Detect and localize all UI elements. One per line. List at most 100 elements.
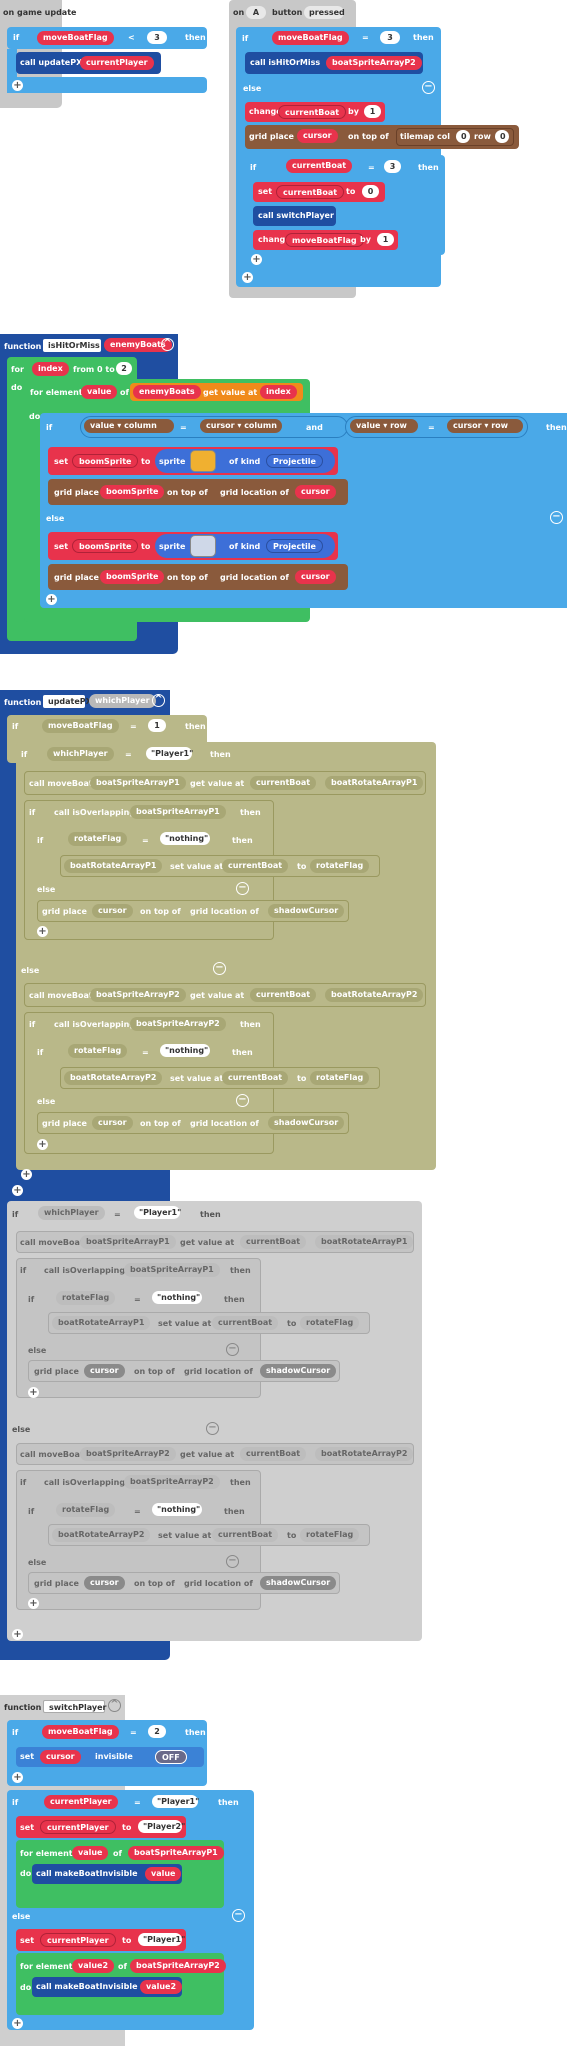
var-currentBoat[interactable]: currentBoat bbox=[250, 776, 317, 790]
var-cursor[interactable]: cursor bbox=[84, 1576, 125, 1590]
var-currentBoat[interactable]: currentBoat bbox=[222, 1071, 289, 1085]
var-currentBoat[interactable]: currentBoat bbox=[240, 1447, 307, 1461]
var-rotateFlag[interactable]: rotateFlag bbox=[300, 1316, 360, 1330]
var-value[interactable]: value bbox=[90, 421, 114, 430]
compare-op[interactable]: = bbox=[142, 836, 149, 846]
var-cursor[interactable]: cursor bbox=[206, 421, 235, 430]
add-else-icon[interactable]: + bbox=[37, 926, 48, 937]
var-rotateFlag[interactable]: rotateFlag bbox=[56, 1503, 116, 1517]
explosion-sprite-icon[interactable] bbox=[190, 450, 216, 472]
var-boatRotateArrayP1[interactable]: boatRotateArrayP1 bbox=[325, 776, 424, 790]
var-boatSpriteArrayP1[interactable]: boatSpriteArrayP1 bbox=[90, 776, 186, 790]
add-else-icon[interactable]: + bbox=[21, 1169, 32, 1180]
collapse-icon[interactable]: ^ bbox=[108, 1699, 121, 1712]
var-currentBoat[interactable]: currentBoat bbox=[222, 859, 289, 873]
var-currentBoat[interactable]: currentBoat bbox=[276, 185, 345, 199]
add-else-icon[interactable]: + bbox=[12, 2018, 23, 2029]
number-1[interactable]: 1 bbox=[377, 233, 394, 246]
var-value[interactable]: value bbox=[81, 385, 118, 399]
remove-else-icon[interactable]: − bbox=[422, 81, 435, 94]
add-else-icon[interactable]: + bbox=[28, 1598, 39, 1609]
cursor-column[interactable]: cursor ▾ column bbox=[200, 419, 282, 433]
number-1[interactable]: 1 bbox=[364, 105, 381, 118]
var-value[interactable]: value bbox=[356, 421, 380, 430]
string-nothing[interactable]: "nothing" bbox=[160, 1044, 210, 1057]
var-whichPlayer[interactable]: whichPlayer bbox=[47, 747, 114, 761]
add-else-icon[interactable]: + bbox=[12, 80, 23, 91]
compare-op[interactable]: = bbox=[134, 1507, 141, 1517]
kind-projectile[interactable]: Projectile bbox=[266, 539, 323, 553]
compare-op[interactable]: = bbox=[368, 163, 375, 173]
var-currentBoat[interactable]: currentBoat bbox=[212, 1316, 279, 1330]
event-dropdown[interactable]: pressed bbox=[304, 6, 345, 19]
var-value[interactable]: value bbox=[145, 1867, 182, 1881]
var-boatRotateArrayP2[interactable]: boatRotateArrayP2 bbox=[315, 1447, 414, 1461]
string-nothing[interactable]: "nothing" bbox=[152, 1291, 202, 1304]
compare-op[interactable]: = bbox=[180, 423, 187, 433]
compare-op[interactable]: = bbox=[134, 1295, 141, 1305]
var-cursor[interactable]: cursor bbox=[84, 1364, 125, 1378]
var-currentPlayer[interactable]: currentPlayer bbox=[80, 56, 154, 70]
var-boatSpriteArrayP2[interactable]: boatSpriteArrayP2 bbox=[90, 988, 186, 1002]
toggle-off[interactable]: OFF bbox=[155, 1750, 187, 1764]
var-boatSpriteArrayP1[interactable]: boatSpriteArrayP1 bbox=[124, 1263, 220, 1277]
var-boatRotateArrayP1[interactable]: boatRotateArrayP1 bbox=[64, 859, 163, 873]
number-3[interactable]: 3 bbox=[380, 31, 400, 44]
collapse-icon[interactable]: ^ bbox=[161, 338, 174, 351]
add-else-icon[interactable]: + bbox=[242, 272, 253, 283]
number-2[interactable]: 2 bbox=[116, 362, 132, 375]
remove-else-icon[interactable]: − bbox=[550, 511, 563, 524]
var-shadowCursor[interactable]: shadowCursor bbox=[260, 1576, 337, 1590]
button-dropdown[interactable]: A bbox=[246, 6, 266, 19]
var-cursor[interactable]: cursor bbox=[453, 421, 482, 430]
var-index[interactable]: index bbox=[32, 362, 69, 376]
remove-else-icon[interactable]: − bbox=[206, 1422, 219, 1435]
var-currentPlayer[interactable]: currentPlayer bbox=[40, 1820, 116, 1834]
compare-op[interactable]: = bbox=[428, 423, 435, 433]
string-nothing[interactable]: "nothing" bbox=[152, 1503, 202, 1516]
var-boatSpriteArrayP2[interactable]: boatSpriteArrayP2 bbox=[130, 1017, 226, 1031]
var-currentBoat[interactable]: currentBoat bbox=[278, 105, 347, 119]
var-boatRotateArrayP1[interactable]: boatRotateArrayP1 bbox=[52, 1316, 151, 1330]
var-rotateFlag[interactable]: rotateFlag bbox=[56, 1291, 116, 1305]
row-value[interactable]: 0 bbox=[495, 130, 509, 143]
string-Player1[interactable]: "Player1" bbox=[134, 1206, 181, 1219]
var-boatSpriteArrayP1[interactable]: boatSpriteArrayP1 bbox=[130, 805, 226, 819]
var-shadowCursor[interactable]: shadowCursor bbox=[268, 1116, 345, 1130]
function-name-input[interactable]: switchPlayer bbox=[43, 1700, 107, 1713]
string-Player1[interactable]: "Player1" bbox=[152, 1795, 199, 1808]
add-else-icon[interactable]: + bbox=[28, 1387, 39, 1398]
compare-op[interactable]: < bbox=[128, 33, 135, 43]
compare-op[interactable]: = bbox=[130, 722, 137, 732]
var-cursor[interactable]: cursor bbox=[92, 904, 133, 918]
value-row[interactable]: value ▾ row bbox=[350, 419, 418, 433]
var-boomSprite[interactable]: boomSprite bbox=[72, 454, 139, 468]
var-value2[interactable]: value2 bbox=[72, 1959, 115, 1973]
var-whichPlayer[interactable]: whichPlayer bbox=[38, 1206, 105, 1220]
var-value[interactable]: value bbox=[72, 1846, 109, 1860]
var-currentBoat[interactable]: currentBoat bbox=[240, 1235, 307, 1249]
number-3[interactable]: 3 bbox=[147, 31, 167, 44]
var-currentBoat[interactable]: currentBoat bbox=[250, 988, 317, 1002]
var-currentBoat[interactable]: currentBoat bbox=[212, 1528, 279, 1542]
var-currentBoat[interactable]: currentBoat bbox=[286, 159, 353, 173]
var-shadowCursor[interactable]: shadowCursor bbox=[268, 904, 345, 918]
var-value2[interactable]: value2 bbox=[140, 1980, 183, 1994]
remove-else-icon[interactable]: − bbox=[232, 1909, 245, 1922]
var-cursor[interactable]: cursor bbox=[295, 485, 336, 499]
compare-op[interactable]: = bbox=[362, 33, 369, 43]
var-boatSpriteArrayP1[interactable]: boatSpriteArrayP1 bbox=[80, 1235, 176, 1249]
compare-op[interactable]: = bbox=[130, 1728, 137, 1738]
var-rotateFlag[interactable]: rotateFlag bbox=[300, 1528, 360, 1542]
collapse-icon[interactable]: ^ bbox=[152, 694, 165, 707]
number-3[interactable]: 3 bbox=[384, 160, 401, 173]
var-rotateFlag[interactable]: rotateFlag bbox=[310, 1071, 370, 1085]
number-1[interactable]: 1 bbox=[148, 719, 166, 732]
var-cursor[interactable]: cursor bbox=[92, 1116, 133, 1130]
param-whichPlayer[interactable]: whichPlayer bbox=[89, 694, 156, 708]
var-moveBoatFlag[interactable]: moveBoatFlag bbox=[42, 1725, 119, 1739]
var-boatSpriteArrayP1[interactable]: boatSpriteArrayP1 bbox=[128, 1846, 224, 1860]
string-Player1[interactable]: "Player1" bbox=[146, 747, 193, 760]
var-boomSprite[interactable]: boomSprite bbox=[100, 485, 165, 499]
var-boatSpriteArrayP2[interactable]: boatSpriteArrayP2 bbox=[326, 56, 422, 70]
